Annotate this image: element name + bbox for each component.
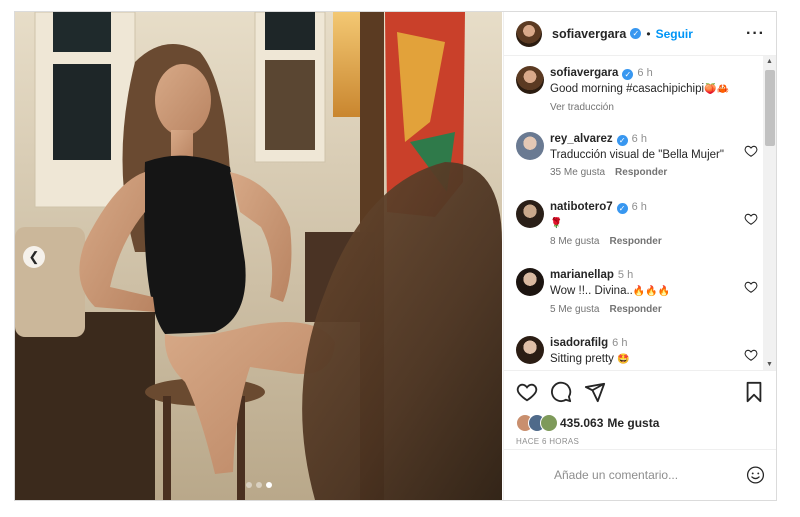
- verified-badge-icon: ✓: [622, 69, 634, 80]
- like-comment-heart-icon[interactable]: [744, 144, 758, 158]
- carousel-dot: [246, 482, 252, 488]
- comment-icon[interactable]: [550, 381, 572, 403]
- comment-emoji: 🤩: [617, 354, 630, 365]
- emoji-picker-icon[interactable]: [746, 465, 765, 485]
- liker-avatar: [540, 414, 558, 432]
- commenter-avatar[interactable]: [516, 200, 544, 228]
- follow-button[interactable]: Seguir: [656, 27, 693, 41]
- comments-scrollbar[interactable]: ▲ ▼: [763, 56, 776, 370]
- comment-time[interactable]: 6 h: [632, 201, 647, 213]
- commenter-username[interactable]: natibotero7: [550, 201, 613, 213]
- caption-avatar[interactable]: [516, 66, 544, 94]
- post-header: sofiavergara ✓ • Seguir ···: [504, 12, 776, 56]
- like-comment-heart-icon[interactable]: [744, 348, 758, 362]
- post-time-ago[interactable]: HACE 6 HORAS: [504, 433, 776, 446]
- carousel-dot-active: [266, 482, 272, 488]
- like-comment-heart-icon[interactable]: [744, 212, 758, 226]
- comments-list[interactable]: sofiavergara ✓ 6 h Good morning #casachipi…: [504, 56, 762, 370]
- comment-time[interactable]: 6 h: [612, 337, 627, 349]
- comment-emoji: 🔥🔥🔥: [632, 286, 671, 297]
- commenter-username[interactable]: rey_alvarez: [550, 133, 613, 145]
- caption-username[interactable]: sofiavergara: [550, 67, 618, 79]
- commenter-avatar[interactable]: [516, 132, 544, 160]
- author-username[interactable]: sofiavergara: [552, 27, 626, 41]
- post-photo[interactable]: ❮: [15, 12, 502, 500]
- author-avatar[interactable]: [516, 20, 542, 47]
- caption-text: Good morning #casachipichipi: [550, 83, 705, 95]
- likes-count[interactable]: 435.063: [560, 416, 603, 430]
- comment-text: Sitting pretty: [550, 353, 614, 365]
- add-comment-input[interactable]: [552, 467, 746, 483]
- carousel-indicator: [246, 482, 272, 488]
- commenter-username[interactable]: isadorafilg: [550, 337, 608, 349]
- scroll-down-arrow-icon[interactable]: ▼: [766, 361, 773, 368]
- instagram-post: ❮ sofiavergara ✓ • Seguir ··· sofiaverga…: [14, 11, 777, 501]
- see-translation-link[interactable]: Ver traducción: [550, 102, 614, 113]
- caption-time[interactable]: 6 h: [637, 67, 652, 79]
- comment-text: Traducción visual de "Bella Mujer": [550, 149, 724, 161]
- share-icon[interactable]: [584, 381, 606, 403]
- comment-likes[interactable]: 8 Me gusta: [550, 236, 599, 247]
- bookmark-icon[interactable]: [743, 381, 765, 403]
- verified-badge-icon: ✓: [616, 135, 628, 146]
- likes-label[interactable]: Me gusta: [607, 416, 659, 430]
- comment-text: Wow !!.. Divina..: [550, 285, 633, 297]
- comment-time[interactable]: 5 h: [618, 269, 633, 281]
- header-separator: •: [646, 26, 651, 41]
- more-options-icon[interactable]: ···: [746, 25, 765, 43]
- comment-likes[interactable]: 5 Me gusta: [550, 304, 599, 315]
- post-actions: 435.063 Me gusta HACE 6 HORAS: [504, 370, 776, 446]
- add-comment-bar: [504, 449, 776, 500]
- post-side-panel: sofiavergara ✓ • Seguir ··· sofiavergara…: [503, 12, 776, 500]
- carousel-prev-button[interactable]: ❮: [23, 246, 45, 268]
- commenter-avatar[interactable]: [516, 268, 544, 296]
- chevron-left-icon: ❮: [28, 249, 40, 264]
- scroll-up-arrow-icon[interactable]: ▲: [766, 58, 773, 65]
- scrollbar-thumb[interactable]: [765, 70, 775, 146]
- comment-likes[interactable]: 35 Me gusta: [550, 167, 605, 178]
- comment-time[interactable]: 6 h: [632, 133, 647, 145]
- reply-button[interactable]: Responder: [609, 236, 661, 247]
- reply-button[interactable]: Responder: [615, 167, 667, 178]
- verified-badge-icon: ✓: [616, 203, 628, 214]
- comment-emoji: 🌹: [550, 218, 563, 229]
- likes-summary[interactable]: 435.063 Me gusta: [504, 413, 776, 433]
- like-comment-heart-icon[interactable]: [744, 280, 758, 294]
- caption-emoji: 🍑🦀: [704, 84, 729, 95]
- commenter-avatar[interactable]: [516, 336, 544, 364]
- verified-badge-icon: ✓: [630, 28, 642, 39]
- reply-button[interactable]: Responder: [609, 304, 661, 315]
- heart-icon[interactable]: [516, 381, 538, 403]
- photo-illustration: [15, 12, 502, 500]
- liker-avatars: [516, 414, 558, 432]
- carousel-dot: [256, 482, 262, 488]
- commenter-username[interactable]: marianellap: [550, 269, 614, 281]
